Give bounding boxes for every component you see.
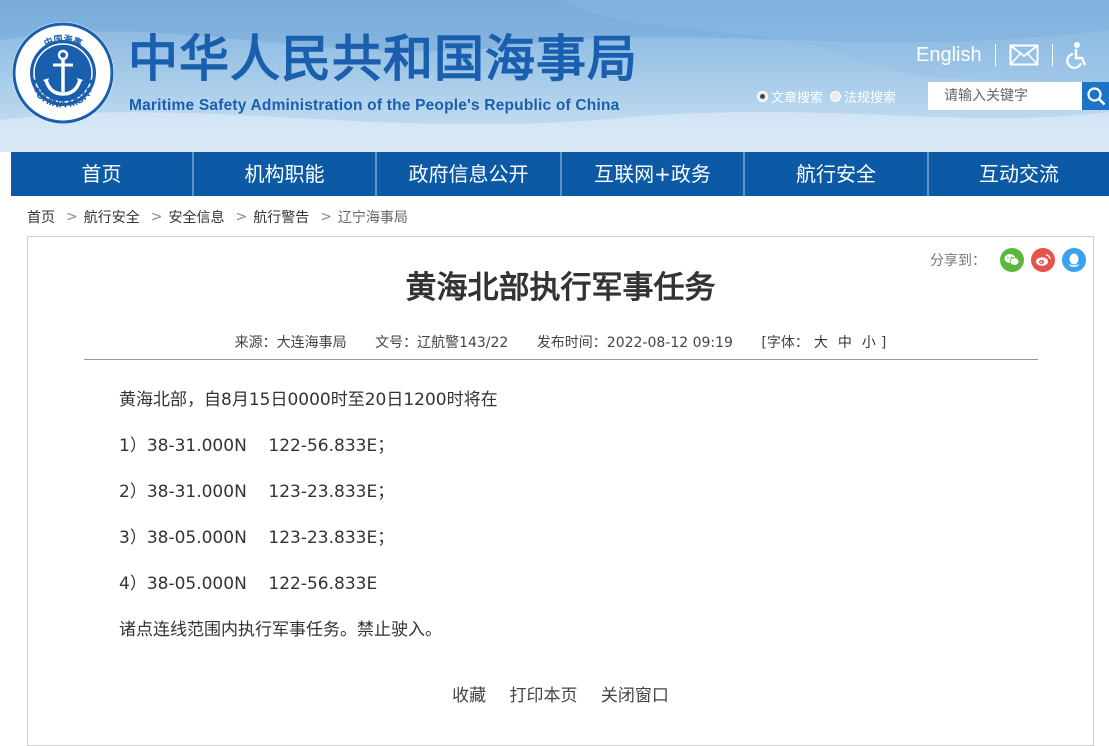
site-title-cn: 中华人民共和国海事局 [128,30,638,88]
font-size-large[interactable]: 大 [814,335,828,351]
breadcrumb-separator: > [150,209,163,225]
nav-item-internet-gov[interactable]: 互联网+政务 [562,152,745,196]
meta-divider [84,359,1038,360]
search-option-article-label: 文章搜索 [771,90,824,106]
article-paragraph: 黄海北部，自8月15日0000时至20日1200时将在 [119,390,498,410]
radio-icon[interactable] [830,90,842,102]
article-source: 来源：大连海事局 [234,335,347,351]
nav-item-home[interactable]: 首页 [11,152,194,196]
breadcrumb-navigation-safety[interactable]: 航行安全 [84,207,140,227]
article-publish-time: 发布时间：2022-08-12 09:19 [536,335,733,351]
site-header: CHINA MSA 中国海事 中华人民共和国海事局 Maritime Safet… [0,0,1109,152]
nav-item-navigation-safety[interactable]: 航行安全 [745,152,929,196]
english-link[interactable]: English [916,44,982,67]
breadcrumb-separator: > [66,209,78,225]
nav-item-gov-info[interactable]: 政府信息公开 [377,152,562,196]
breadcrumb-separator: > [235,209,248,225]
article-panel: 分享到： 黄海北部执行军事任务 来源：大连海事局 文号：辽航警143/22 发布… [27,236,1094,746]
article-paragraph: 3）38-05.000N 123-23.833E； [119,528,395,548]
favorite-button[interactable]: 收藏 [452,686,486,706]
article-doc-number: 文号：辽航警143/22 [375,335,509,351]
mail-icon[interactable] [1009,44,1039,66]
font-size-switcher: [字体： 大中小] [761,335,886,351]
msa-logo: CHINA MSA 中国海事 [12,22,114,124]
print-button[interactable]: 打印本页 [510,686,578,706]
font-size-label: [字体： [761,335,809,351]
article-paragraph: 诸点连线范围内执行军事任务。禁止驶入。 [119,620,442,640]
breadcrumb-home[interactable]: 首页 [27,207,55,227]
article-paragraph: 4）38-05.000N 122-56.833E [119,574,378,594]
search-icon [1086,87,1105,106]
article-paragraph: 2）38-31.000N 123-23.833E； [119,482,395,502]
article-paragraph: 1）38-31.000N 122-56.833E； [119,436,395,456]
article-meta: 来源：大连海事局 文号：辽航警143/22 发布时间：2022-08-12 09… [28,332,1093,352]
article-actions: 收藏 打印本页 关闭窗口 [28,681,1093,706]
search-option-law[interactable]: 法规搜索 [830,87,896,106]
accessibility-icon[interactable] [1065,41,1088,69]
article-title: 黄海北部执行军事任务 [405,270,716,306]
search-options: 文章搜索 法规搜索 [757,85,922,107]
nav-item-functions[interactable]: 机构职能 [194,152,377,196]
search-option-law-label: 法规搜索 [844,90,897,106]
nav-item-interaction[interactable]: 互动交流 [929,152,1109,196]
font-size-small[interactable]: 小 [862,335,876,351]
search-button[interactable] [1082,82,1109,110]
breadcrumb-nav-warnings[interactable]: 航行警告 [253,207,309,227]
divider [1051,44,1053,66]
breadcrumb-separator: > [320,209,332,225]
search-input[interactable] [928,82,1082,110]
breadcrumb-safety-info[interactable]: 安全信息 [168,207,224,227]
main-nav: 首页 机构职能 政府信息公开 互联网+政务 航行安全 互动交流 [11,152,1109,196]
site-title-en: Maritime Safety Administration of the Pe… [129,97,620,114]
radio-selected-icon[interactable] [757,90,768,102]
breadcrumb: 首页 > 航行安全 > 安全信息 > 航行警告 > 辽宁海事局 [27,207,408,227]
article-body: 黄海北部，自8月15日0000时至20日1200时将在 1）38-31.000N… [119,387,1019,663]
divider [994,44,996,66]
breadcrumb-liaoning[interactable]: 辽宁海事局 [338,207,408,227]
search-option-article[interactable]: 文章搜索 [757,87,823,106]
top-links: English [912,38,1102,72]
font-size-close: ] [880,335,887,351]
close-window-button[interactable]: 关闭窗口 [601,686,669,706]
font-size-medium[interactable]: 中 [838,335,852,351]
